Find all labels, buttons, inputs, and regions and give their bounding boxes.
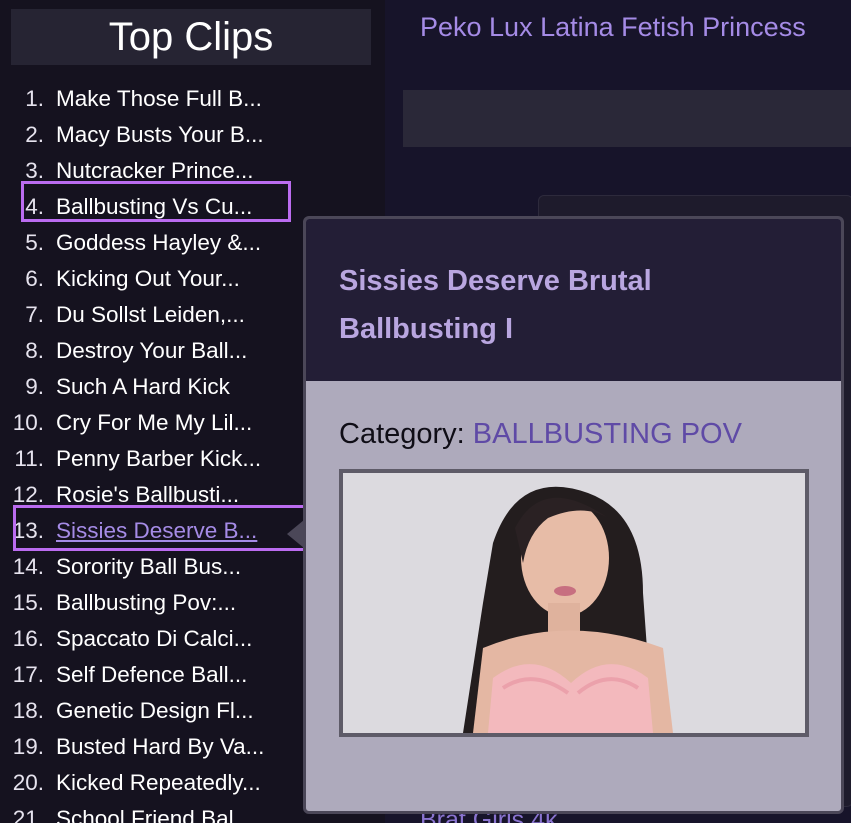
clip-rank: 17. (12, 662, 44, 687)
tooltip-pointer (287, 520, 304, 548)
clip-title-link[interactable]: Genetic Design Fl... (56, 693, 254, 729)
tooltip-header: Sissies Deserve Brutal Ballbusting I (306, 219, 841, 381)
category-link[interactable]: BALLBUSTING POV (473, 418, 742, 450)
clip-title-link[interactable]: Kicking Out Your... (56, 261, 240, 297)
clip-rank: 18. (12, 698, 44, 723)
clip-rank: 5. (25, 230, 44, 255)
clip-list-item[interactable]: 9. Such A Hard Kick (0, 369, 300, 405)
clip-rank: 19. (12, 734, 44, 759)
clip-list-item[interactable]: 11. Penny Barber Kick... (0, 441, 300, 477)
clip-title-link[interactable]: Self Defence Ball... (56, 657, 247, 693)
clip-title-link[interactable]: School Friend Bal... (56, 801, 252, 823)
clip-title-link[interactable]: Rosie's Ballbusti... (56, 477, 239, 513)
clip-list-item[interactable]: 8. Destroy Your Ball... (0, 333, 300, 369)
clip-title-link[interactable]: Cry For Me My Lil... (56, 405, 252, 441)
page: Peko Lux Latina Fetish Princess Brat Gir… (0, 0, 851, 823)
clip-title-link[interactable]: Du Sollst Leiden,... (56, 297, 245, 333)
clip-list-item[interactable]: 12. Rosie's Ballbusti... (0, 477, 300, 513)
clip-title-link[interactable]: Macy Busts Your B... (56, 117, 264, 153)
clip-list-item[interactable]: 7. Du Sollst Leiden,... (0, 297, 300, 333)
clip-list-item[interactable]: 21. School Friend Bal... (0, 801, 300, 823)
clip-title-link[interactable]: Spaccato Di Calci... (56, 621, 252, 657)
clip-list-item[interactable]: 16. Spaccato Di Calci... (0, 621, 300, 657)
clip-title-link[interactable]: Ballbusting Vs Cu... (56, 189, 252, 225)
clip-rank: 6. (25, 266, 44, 291)
clip-rank: 8. (25, 338, 44, 363)
category-label: Category: (339, 418, 465, 450)
clip-list-item[interactable]: 15. Ballbusting Pov:... (0, 585, 300, 621)
clip-list-item[interactable]: 1. Make Those Full B... (0, 81, 300, 117)
clip-title-link[interactable]: Sorority Ball Bus... (56, 549, 241, 585)
model-link[interactable]: Peko Lux Latina Fetish Princess (420, 12, 806, 43)
clip-rank: 4. (25, 194, 44, 219)
clip-title-link[interactable]: Busted Hard By Va... (56, 729, 264, 765)
clip-list-item[interactable]: 14. Sorority Ball Bus... (0, 549, 300, 585)
clip-list-item[interactable]: 19. Busted Hard By Va... (0, 729, 300, 765)
clip-rank: 16. (12, 626, 44, 651)
clip-rank: 14. (12, 554, 44, 579)
clip-preview-tooltip: Sissies Deserve Brutal Ballbusting I Cat… (303, 216, 844, 814)
clip-list-item[interactable]: 6. Kicking Out Your... (0, 261, 300, 297)
clip-list-item[interactable]: 4. Ballbusting Vs Cu... (0, 189, 300, 225)
clip-title-link[interactable]: Such A Hard Kick (56, 369, 230, 405)
clip-list-item[interactable]: 17. Self Defence Ball... (0, 657, 300, 693)
clip-rank: 7. (25, 302, 44, 327)
clip-list-item[interactable]: 10. Cry For Me My Lil... (0, 405, 300, 441)
clip-rank: 15. (12, 590, 44, 615)
clip-title-link[interactable]: Sissies Deserve B... (56, 513, 257, 549)
thumbnail-image (343, 473, 805, 733)
clip-title-link[interactable]: Goddess Hayley &... (56, 225, 261, 261)
clip-rank: 20. (12, 770, 44, 795)
clip-title-link[interactable]: Destroy Your Ball... (56, 333, 247, 369)
clip-list-item[interactable]: 13. Sissies Deserve B... (0, 513, 300, 549)
clip-rank: 12. (12, 482, 44, 507)
top-clips-heading: Top Clips (11, 9, 371, 65)
clip-title-link[interactable]: Ballbusting Pov:... (56, 585, 236, 621)
clip-rank: 11. (14, 446, 44, 471)
clip-title-link[interactable]: Make Those Full B... (56, 81, 262, 117)
clip-rank: 9. (25, 374, 44, 399)
clip-rank: 13. (12, 518, 44, 543)
clip-title-link[interactable]: Kicked Repeatedly... (56, 765, 261, 801)
clip-list-item[interactable]: 18. Genetic Design Fl... (0, 693, 300, 729)
clip-rank: 2. (25, 122, 44, 147)
clip-list-item[interactable]: 3. Nutcracker Prince... (0, 153, 300, 189)
top-clips-list: 1. Make Those Full B... 2. Macy Busts Your … (0, 81, 300, 823)
clip-rank: 10. (12, 410, 44, 435)
clip-rank: 1. (25, 86, 44, 111)
content-bar (403, 90, 851, 147)
category-row: Category: BALLBUSTING POV (339, 418, 841, 451)
clip-title-link[interactable]: Nutcracker Prince... (56, 153, 254, 189)
tooltip-title[interactable]: Sissies Deserve Brutal Ballbusting I (339, 257, 779, 353)
tooltip-body: Category: BALLBUSTING POV (306, 381, 841, 737)
clip-list-item[interactable]: 2. Macy Busts Your B... (0, 117, 300, 153)
clip-list-item[interactable]: 20. Kicked Repeatedly... (0, 765, 300, 801)
clip-thumbnail[interactable] (339, 469, 809, 737)
clip-rank: 3. (25, 158, 44, 183)
clip-rank: 21. (12, 806, 44, 823)
clip-list-item[interactable]: 5. Goddess Hayley &... (0, 225, 300, 261)
clip-title-link[interactable]: Penny Barber Kick... (56, 441, 261, 477)
